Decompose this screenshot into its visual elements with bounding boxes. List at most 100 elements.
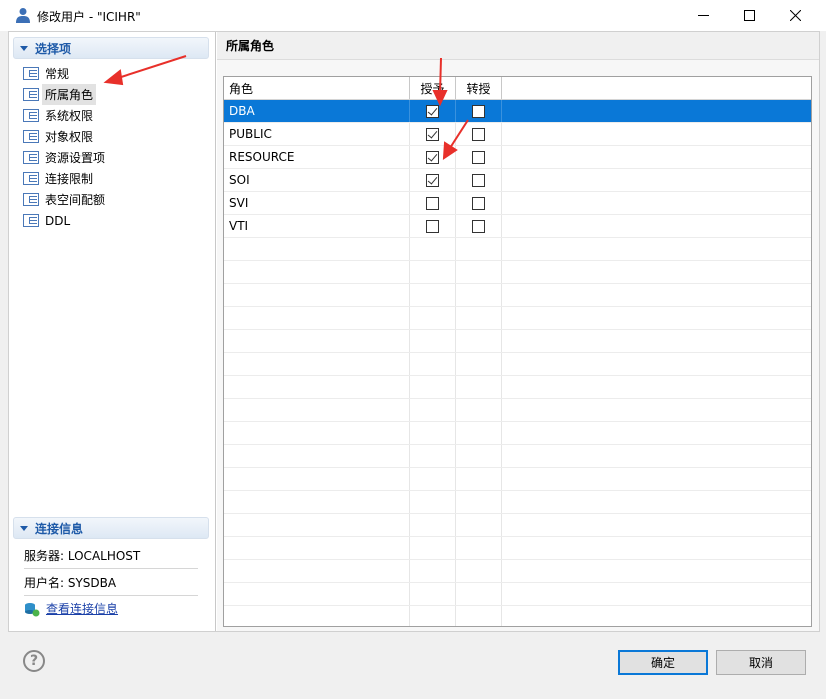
grant-cell: [410, 376, 456, 398]
admin-checkbox[interactable]: [472, 173, 485, 187]
admin-cell: [456, 146, 502, 168]
role-name-cell: [224, 491, 410, 513]
grant-checkbox[interactable]: [426, 150, 439, 164]
options-section-header[interactable]: 选择项: [13, 37, 209, 59]
grant-cell: [410, 468, 456, 490]
grant-cell: [410, 261, 456, 283]
nav-item-system-privileges[interactable]: 系统权限: [21, 105, 211, 126]
cancel-button[interactable]: 取消: [716, 650, 806, 675]
empty-table-row: [224, 399, 811, 422]
nav-item-tablespace-quota[interactable]: 表空间配额: [21, 189, 211, 210]
table-row[interactable]: SOI: [224, 169, 811, 192]
column-header-role[interactable]: 角色: [224, 77, 410, 99]
nav-item-connection-limits[interactable]: 连接限制: [21, 168, 211, 189]
admin-cell: [456, 100, 502, 122]
role-name-cell: [224, 422, 410, 444]
options-header-label: 选择项: [35, 41, 72, 56]
role-name-cell: [224, 537, 410, 559]
admin-checkbox[interactable]: [472, 127, 485, 141]
admin-cell: [456, 376, 502, 398]
admin-cell: [456, 583, 502, 605]
maximize-button[interactable]: [726, 0, 772, 31]
collapse-triangle-icon: [20, 45, 28, 51]
admin-cell: [456, 468, 502, 490]
view-connection-info-label: 查看连接信息: [46, 602, 119, 616]
role-name-cell: DBA: [224, 100, 410, 122]
role-name-cell: RESOURCE: [224, 146, 410, 168]
table-row[interactable]: VTI: [224, 215, 811, 238]
admin-cell: [456, 399, 502, 421]
column-header-admin[interactable]: 转授: [456, 77, 502, 99]
admin-cell: [456, 284, 502, 306]
help-icon[interactable]: ?: [23, 650, 45, 672]
admin-cell: [456, 238, 502, 260]
close-button[interactable]: [772, 0, 818, 31]
table-icon: [23, 193, 39, 206]
nav-item-ddl[interactable]: DDL: [21, 210, 211, 231]
table-row[interactable]: DBA: [224, 100, 811, 123]
admin-checkbox[interactable]: [472, 219, 485, 233]
admin-cell: [456, 192, 502, 214]
admin-checkbox[interactable]: [472, 196, 485, 210]
connection-header-label: 连接信息: [35, 521, 84, 536]
admin-cell: [456, 169, 502, 191]
table-row[interactable]: PUBLIC: [224, 123, 811, 146]
user-info: 用户名: SYSDBA: [24, 569, 198, 596]
empty-table-row: [224, 422, 811, 445]
database-connection-icon: [25, 602, 40, 616]
nav-list: 常规 所属角色 系统权限 对象权限 资源设置项 连接限制 表空间配额 DDL: [21, 63, 211, 231]
table-row[interactable]: RESOURCE: [224, 146, 811, 169]
grant-cell: [410, 215, 456, 237]
admin-checkbox[interactable]: [472, 150, 485, 164]
admin-checkbox[interactable]: [472, 104, 485, 118]
nav-item-label: 表空间配额: [45, 193, 106, 207]
role-name-cell: SVI: [224, 192, 410, 214]
server-info: 服务器: LOCALHOST: [24, 542, 198, 569]
minimize-icon: [697, 15, 709, 16]
empty-table-row: [224, 261, 811, 284]
grant-checkbox[interactable]: [426, 104, 439, 118]
dialog-body: 选择项 常规 所属角色 系统权限 对象权限 资源设置项 连接限制 表空间配额 D…: [8, 31, 820, 632]
minimize-button[interactable]: [680, 0, 726, 31]
column-header-grant[interactable]: 授予: [410, 77, 456, 99]
nav-item-roles[interactable]: 所属角色: [21, 84, 211, 105]
role-name-cell: [224, 261, 410, 283]
grant-cell: [410, 330, 456, 352]
empty-table-row: [224, 537, 811, 560]
grant-cell: [410, 606, 456, 626]
nav-item-resource-settings[interactable]: 资源设置项: [21, 147, 211, 168]
ok-button[interactable]: 确定: [618, 650, 708, 675]
grant-cell: [410, 146, 456, 168]
view-connection-info-link[interactable]: 查看连接信息: [24, 600, 118, 617]
grant-checkbox[interactable]: [426, 219, 439, 233]
grant-checkbox[interactable]: [426, 127, 439, 141]
admin-cell: [456, 491, 502, 513]
table-icon: [23, 151, 39, 164]
grant-cell: [410, 284, 456, 306]
role-name-cell: [224, 399, 410, 421]
grant-cell: [410, 399, 456, 421]
empty-table-row: [224, 491, 811, 514]
empty-table-row: [224, 284, 811, 307]
table-row[interactable]: SVI: [224, 192, 811, 215]
admin-cell: [456, 307, 502, 329]
nav-item-object-privileges[interactable]: 对象权限: [21, 126, 211, 147]
grant-checkbox[interactable]: [426, 196, 439, 210]
admin-cell: [456, 445, 502, 467]
grant-cell: [410, 537, 456, 559]
empty-table-row: [224, 445, 811, 468]
window-title: 修改用户 - "ICIHR": [37, 10, 141, 24]
role-name-cell: [224, 307, 410, 329]
grant-checkbox[interactable]: [426, 173, 439, 187]
grant-cell: [410, 491, 456, 513]
empty-table-row: [224, 514, 811, 537]
grant-cell: [410, 307, 456, 329]
admin-cell: [456, 606, 502, 626]
grant-cell: [410, 514, 456, 536]
collapse-triangle-icon: [20, 525, 28, 531]
role-name-cell: [224, 606, 410, 626]
nav-item-general[interactable]: 常规: [21, 63, 211, 84]
role-name-cell: [224, 238, 410, 260]
grant-cell: [410, 123, 456, 145]
connection-section-header[interactable]: 连接信息: [13, 517, 209, 539]
